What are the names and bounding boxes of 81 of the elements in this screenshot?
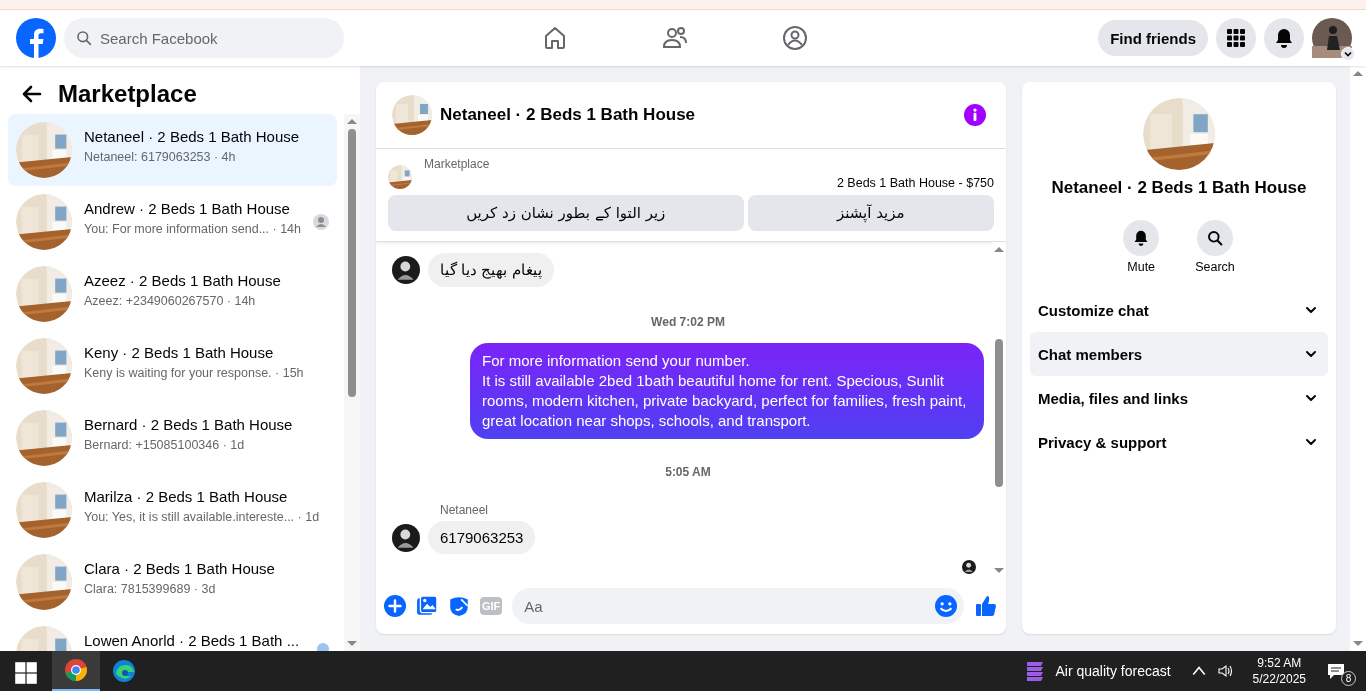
- conversation-title: Marilza · 2 Beds 1 Bath House: [84, 488, 289, 506]
- conversation-item[interactable]: Marilza · 2 Beds 1 Bath House You: Yes, it is still available.intereste... · 1d: [8, 474, 337, 546]
- conversation-preview: Clara: 7815399689 · 3d: [84, 581, 217, 597]
- sticker-icon[interactable]: [448, 595, 470, 617]
- conversation-title: Bernard · 2 Beds 1 Bath House: [84, 416, 294, 434]
- conversation-title: Azeez · 2 Beds 1 Bath House: [84, 272, 282, 290]
- info-icon[interactable]: [964, 104, 986, 126]
- section-label: Media, files and links: [1038, 389, 1189, 407]
- timestamp: Wed 7:02 PM: [650, 315, 726, 329]
- conversation-preview: Bernard: +15085100346 · 1d: [84, 437, 246, 453]
- conversation-preview: Azeez: +2349060267570 · 14h: [84, 293, 257, 309]
- conversation-item[interactable]: Netaneel · 2 Beds 1 Bath House Netaneel: 6179063253 · 4h: [8, 114, 337, 186]
- conversation-item[interactable]: Andrew · 2 Beds 1 Bath House You: For more information send... · 14h: [8, 186, 337, 258]
- section-item[interactable]: Customize chat: [1030, 288, 1328, 332]
- bell-icon: [1274, 28, 1294, 48]
- menu-button[interactable]: [1216, 18, 1256, 58]
- mark-pending-button[interactable]: زیر التوا کے بطور نشان زد کریں: [388, 195, 744, 231]
- caret-icon: [1341, 47, 1355, 61]
- section-label: Customize chat: [1038, 301, 1149, 319]
- message-bubble: 6179063253: [428, 521, 536, 554]
- conversation-preview: You: Yes, it is still available.intereste... · 1d: [84, 509, 321, 525]
- thumbs-up-icon[interactable]: [974, 594, 998, 618]
- action-label: Search: [1195, 260, 1235, 274]
- chrome-icon[interactable]: [64, 658, 88, 682]
- avatar-icon: [392, 523, 420, 552]
- sidebar-title: Marketplace: [58, 80, 197, 108]
- notifications-button[interactable]: [1264, 18, 1304, 58]
- profile-avatar[interactable]: [1312, 18, 1352, 58]
- conversation-item[interactable]: Azeez · 2 Beds 1 Bath House Azeez: +2349060267570 · 14h: [8, 258, 337, 330]
- section-label: Privacy & support: [1038, 433, 1167, 451]
- group-icon[interactable]: [781, 24, 809, 52]
- facebook-logo-icon[interactable]: [16, 18, 56, 58]
- section-label: Chat members: [1038, 345, 1143, 363]
- weather-widget-label[interactable]: Air quality forecast: [1055, 663, 1171, 679]
- scrollbar[interactable]: [344, 114, 360, 651]
- section-item[interactable]: Privacy & support: [1030, 420, 1328, 464]
- conversation-title: Lowen Anorld · 2 Beds 1 Bath ...: [84, 632, 301, 650]
- search-field[interactable]: Search Facebook: [64, 18, 344, 58]
- mute-button[interactable]: [1123, 220, 1160, 256]
- search-icon: [1207, 230, 1223, 246]
- clock-date[interactable]: 5/22/2025: [1252, 671, 1306, 687]
- section-item[interactable]: Media, files and links: [1030, 376, 1328, 420]
- message-bubble: پیغام بھیج دیا گیا: [428, 253, 554, 287]
- listing-title: 2 Beds 1 Bath House - $750: [835, 176, 994, 190]
- conversation-item[interactable]: Clara · 2 Beds 1 Bath House Clara: 7815399689 · 3d: [8, 546, 337, 618]
- section-item[interactable]: Chat members: [1030, 332, 1328, 376]
- chat-title: Netaneel · 2 Beds 1 Bath House: [440, 105, 697, 125]
- conversation-preview: You: For more information send... · 14h: [84, 221, 301, 237]
- search-icon: [76, 30, 92, 46]
- conversation-item[interactable]: Bernard · 2 Beds 1 Bath House Bernard: +15085100346 · 1d: [8, 402, 337, 474]
- action-label: Mute: [1127, 260, 1156, 274]
- listing-label: Marketplace: [424, 157, 491, 171]
- grid-icon: [1226, 28, 1246, 48]
- conversation-title: Keny · 2 Beds 1 Bath House: [84, 344, 275, 362]
- plus-icon[interactable]: [384, 595, 406, 617]
- scrollbar[interactable]: [1350, 66, 1366, 651]
- search-button[interactable]: [1197, 220, 1233, 256]
- conversation-preview: Netaneel: 6179063253 · 4h: [84, 149, 237, 165]
- bell-icon: [1133, 230, 1150, 246]
- avatar-icon: [962, 560, 976, 574]
- clock-time[interactable]: 9:52 AM: [1257, 655, 1302, 671]
- conversation-title: Clara · 2 Beds 1 Bath House: [84, 560, 276, 578]
- avatar-icon: [392, 256, 420, 284]
- timestamp: 5:05 AM: [664, 465, 712, 479]
- conversation-item[interactable]: Keny · 2 Beds 1 Bath House Keny is waiting for your response. · 15h: [8, 330, 337, 402]
- conversation-title: Netaneel · 2 Beds 1 Bath House: [84, 128, 301, 146]
- edge-icon[interactable]: [112, 659, 136, 683]
- conversation-preview: Keny is waiting for your response. · 15h: [84, 365, 305, 381]
- message-field[interactable]: Aa: [512, 588, 964, 624]
- smiley-icon[interactable]: [935, 595, 957, 617]
- notification-count: 8: [1341, 671, 1356, 686]
- message-bubble: For more information send your number. It is still available 2bed 1bath beautiful home for rent. Specious, Sunlit rooms, modern kitchen, private backyard, perfect for families, fresh paint, great location near shops, schools, and transport.: [470, 343, 984, 439]
- find-friends-button[interactable]: Find friends: [1098, 20, 1208, 56]
- photo-icon[interactable]: [416, 595, 438, 617]
- contact-name: Netaneel · 2 Beds 1 Bath House: [1051, 178, 1307, 198]
- notification-icon[interactable]: [1326, 661, 1346, 681]
- sender-name: Netaneel: [440, 503, 490, 517]
- windows-start-icon[interactable]: [14, 661, 38, 685]
- speaker-icon[interactable]: [1216, 663, 1233, 679]
- conversation-title: Andrew · 2 Beds 1 Bath House: [84, 200, 291, 218]
- more-options-button[interactable]: مزید آپشنز: [747, 195, 994, 231]
